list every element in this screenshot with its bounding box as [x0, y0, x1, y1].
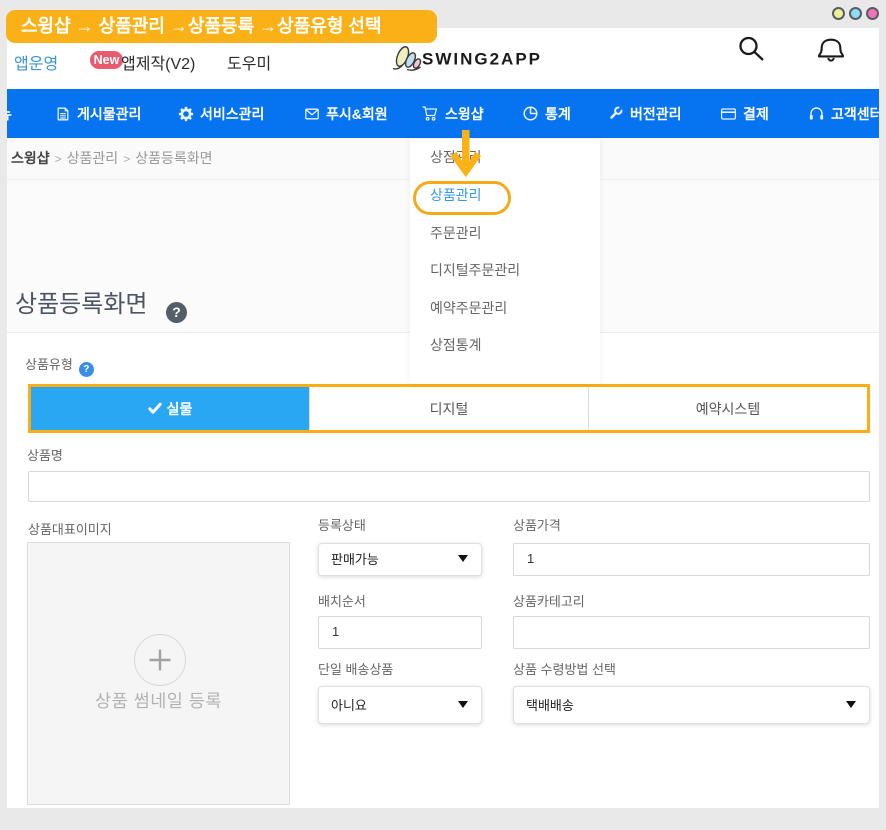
- svg-text:SWING2APP: SWING2APP: [422, 50, 542, 69]
